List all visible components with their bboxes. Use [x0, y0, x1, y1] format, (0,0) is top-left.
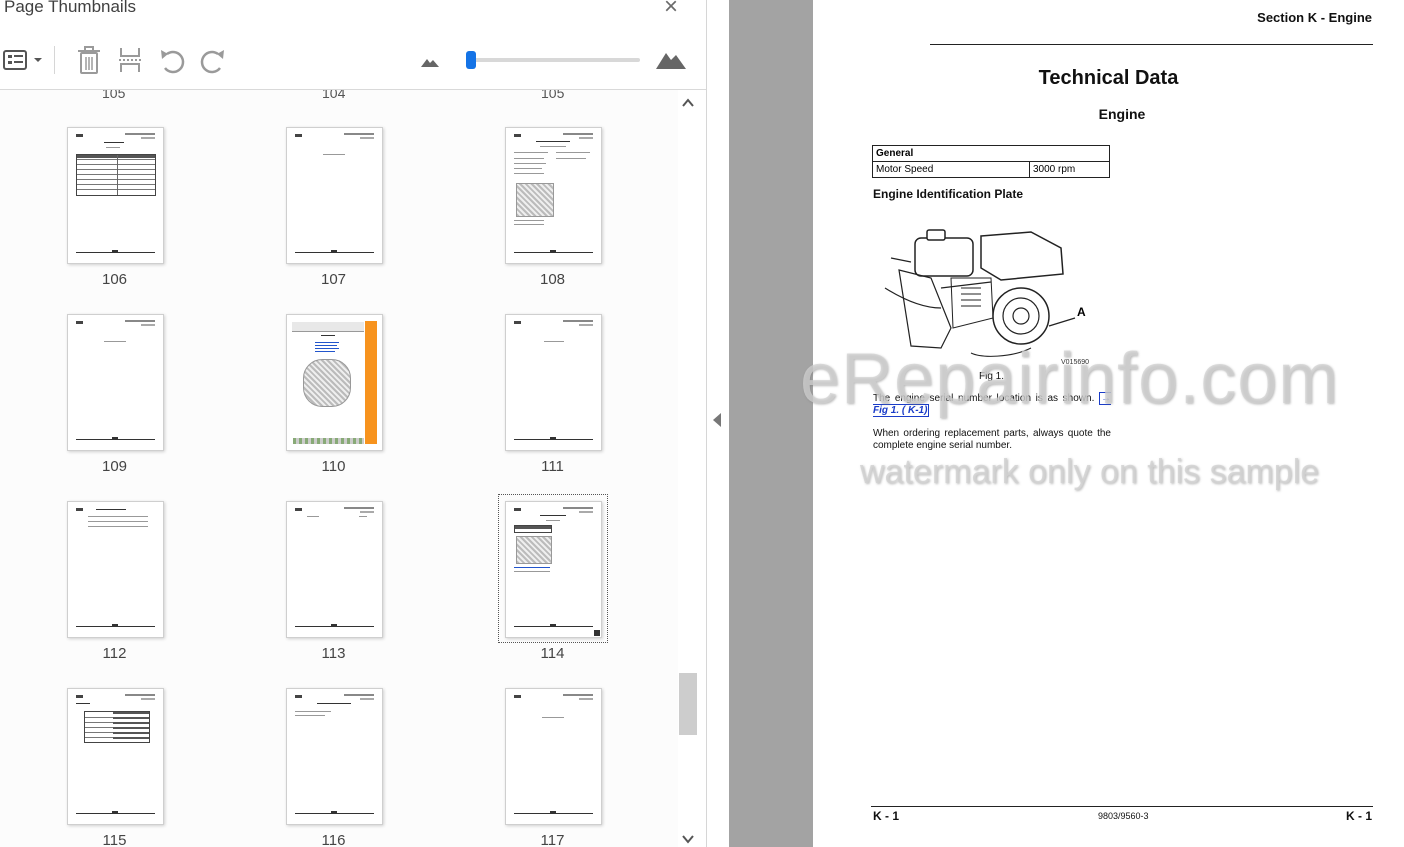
partial-page-label: 105 — [102, 90, 126, 101]
page-number-label: 114 — [540, 645, 565, 662]
page-number-label: 112 — [102, 645, 127, 662]
table-header: General — [872, 145, 1110, 162]
page-thumbnail[interactable] — [505, 127, 602, 264]
table-cell-value: 3000 rpm — [1029, 161, 1110, 178]
page-thumbnail[interactable] — [67, 688, 164, 825]
table-cell-label: Motor Speed — [872, 161, 1030, 178]
page-thumbnail[interactable] — [505, 688, 602, 825]
slider-handle[interactable] — [466, 51, 476, 69]
footer-page-right: K - 1 — [1345, 809, 1372, 823]
footer-rule — [871, 806, 1373, 807]
thumbnails-scroll-area[interactable]: 105 104 105 106 107 108 109 110 111 112 … — [0, 90, 678, 847]
extract-pages-icon[interactable] — [113, 44, 147, 76]
page-thumbnail[interactable] — [505, 314, 602, 451]
zoom-out-mountain-icon[interactable] — [420, 54, 440, 68]
document-background — [729, 0, 813, 847]
zoom-in-mountain-icon[interactable] — [655, 48, 687, 70]
close-panel-button[interactable]: × — [660, 0, 682, 19]
page-thumbnail-selected[interactable] — [505, 501, 602, 638]
header-rule — [930, 44, 1373, 45]
rotate-counterclockwise-icon[interactable] — [155, 44, 189, 76]
page-number-label: 117 — [540, 832, 565, 847]
page-subtitle: Engine — [1098, 106, 1146, 122]
panel-title: Page Thumbnails — [4, 0, 136, 16]
watermark-text: eRepairinfo.com — [800, 339, 1340, 419]
page-thumbnail[interactable] — [67, 501, 164, 638]
scroll-up-arrow-icon[interactable] — [682, 98, 694, 111]
page-thumbnail[interactable] — [67, 127, 164, 264]
footer-doc-number: 9803/9560-3 — [1098, 811, 1149, 821]
page-thumbnail[interactable] — [67, 314, 164, 451]
page-number-label: 115 — [102, 832, 127, 847]
page-thumbnail[interactable] — [286, 501, 383, 638]
page-thumbnails-panel: Page Thumbnails × 105 104 105 106 107 10… — [0, 0, 707, 847]
page-title: Technical Data — [1038, 67, 1179, 89]
page-number-label: 110 — [321, 458, 346, 475]
page-number-label: 107 — [320, 271, 347, 288]
page-number-label: 106 — [101, 271, 128, 288]
section-header: Section K - Engine — [1257, 10, 1372, 25]
partial-page-label: 104 — [322, 90, 346, 101]
watermark-subtext: watermark only on this sample — [860, 453, 1320, 491]
rotate-clockwise-icon[interactable] — [196, 44, 230, 76]
page-thumbnail[interactable] — [286, 688, 383, 825]
partial-page-label: 105 — [541, 90, 565, 101]
page-number-label: 116 — [321, 832, 346, 847]
trash-icon[interactable] — [72, 44, 106, 76]
list-options-icon[interactable] — [2, 44, 46, 76]
paragraph: When ordering replacement parts, always … — [873, 428, 1111, 451]
page-thumbnail[interactable] — [286, 314, 383, 451]
section-heading: Engine Identification Plate — [873, 187, 1024, 201]
document-page: Section K - Engine Technical Data Engine… — [813, 0, 1404, 847]
page-number-label: 109 — [101, 458, 128, 475]
figure-callout: A — [1077, 305, 1086, 319]
footer-page-left: K - 1 — [873, 809, 900, 823]
thumbnail-size-slider[interactable] — [470, 58, 640, 62]
page-number-label: 108 — [539, 271, 566, 288]
spec-table: General Motor Speed 3000 rpm — [872, 145, 1110, 178]
page-number-label: 111 — [541, 458, 564, 475]
collapse-panel-arrow-icon[interactable] — [713, 413, 721, 427]
page-thumbnail[interactable] — [286, 127, 383, 264]
toolbar-divider — [54, 46, 55, 74]
scroll-down-arrow-icon[interactable] — [682, 834, 694, 847]
page-number-label: 113 — [321, 645, 346, 662]
scrollbar-thumb[interactable] — [679, 673, 697, 735]
